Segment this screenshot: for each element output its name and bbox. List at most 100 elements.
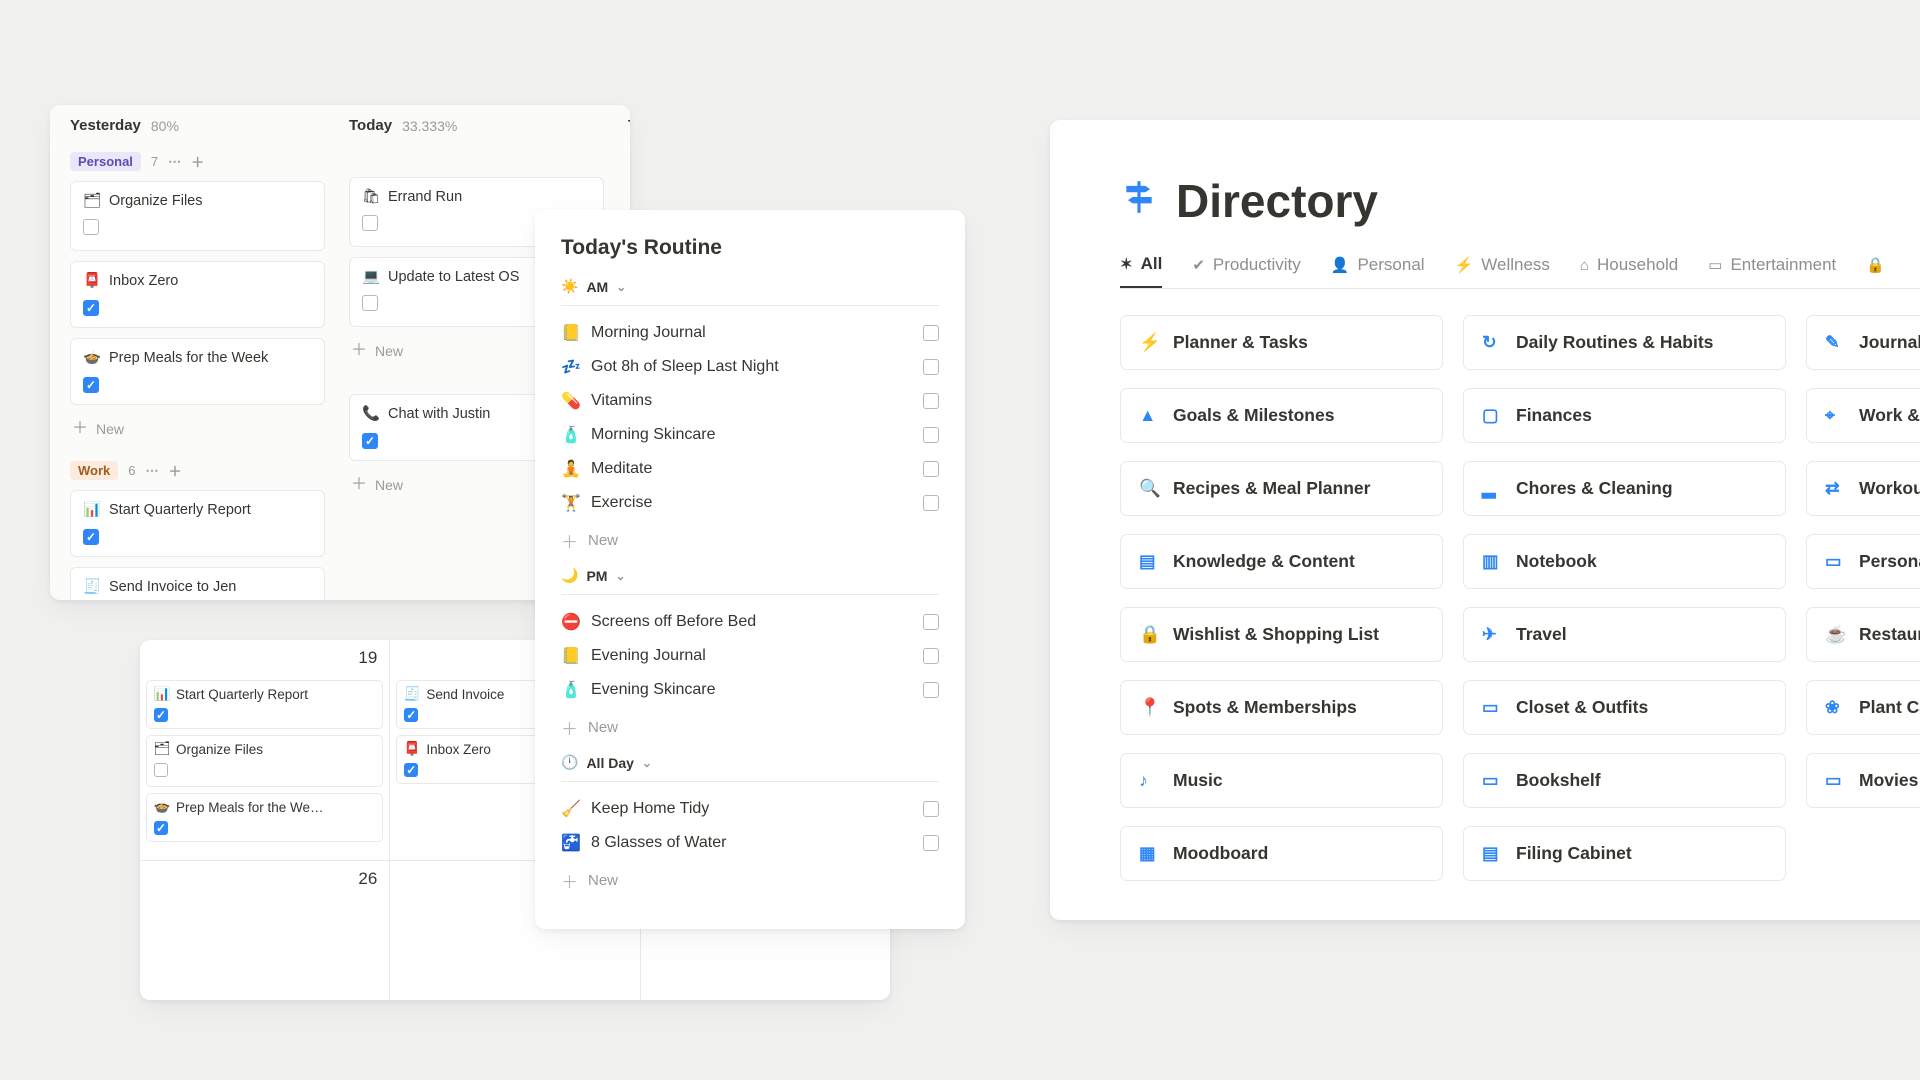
directory-tile[interactable]: ▤ Knowledge & Content: [1120, 534, 1443, 589]
group-header-personal[interactable]: Personal 7 ⋯ ＋: [70, 152, 325, 171]
calendar-event[interactable]: 🍲 Prep Meals for the We…: [146, 793, 383, 842]
routine-checkbox[interactable]: [923, 393, 939, 409]
directory-tile[interactable]: ✈ Travel: [1463, 607, 1786, 662]
routine-item[interactable]: 🏋️ Exercise: [561, 486, 939, 520]
directory-tile[interactable]: ▢ Finances: [1463, 388, 1786, 443]
routine-item[interactable]: 🧹 Keep Home Tidy: [561, 792, 939, 826]
routine-checkbox[interactable]: [923, 359, 939, 375]
routine-label: Evening Skincare: [591, 681, 716, 699]
calendar-event[interactable]: 📊 Start Quarterly Report: [146, 680, 383, 729]
directory-tile[interactable]: ▭ Closet & Outfits: [1463, 680, 1786, 735]
task-checkbox[interactable]: [362, 295, 378, 311]
directory-tile[interactable]: 🔍 Recipes & Meal Planner: [1120, 461, 1443, 516]
routine-checkbox[interactable]: [923, 495, 939, 511]
task-emoji-icon: 🧾: [83, 578, 101, 595]
routine-item[interactable]: 📒 Morning Journal: [561, 316, 939, 350]
task-card[interactable]: 📊 Start Quarterly Report: [70, 490, 325, 557]
routine-section-am[interactable]: ☀️ AM ⌄: [561, 278, 939, 306]
directory-tile[interactable]: ⇄ Workout: [1806, 461, 1920, 516]
calendar-event[interactable]: 🗂 Organize Files: [146, 735, 383, 787]
routine-item[interactable]: 🧴 Evening Skincare: [561, 673, 939, 707]
routine-item[interactable]: 🧴 Morning Skincare: [561, 418, 939, 452]
group-header-work[interactable]: Work 6 ⋯ ＋: [70, 461, 325, 480]
routine-item[interactable]: 💊 Vitamins: [561, 384, 939, 418]
tile-icon: ✈: [1482, 624, 1502, 645]
directory-tile[interactable]: ▭ Personal: [1806, 534, 1920, 589]
directory-tile[interactable]: ♪ Music: [1120, 753, 1443, 808]
plus-icon: ＋: [561, 528, 578, 553]
routine-new-button[interactable]: ＋ New: [561, 520, 939, 567]
task-checkbox[interactable]: [83, 300, 99, 316]
routine-section-pm[interactable]: 🌙 PM ⌄: [561, 567, 939, 595]
tile-icon: ▦: [1139, 843, 1159, 864]
routine-item[interactable]: 🚰 8 Glasses of Water: [561, 826, 939, 860]
plus-icon[interactable]: ＋: [169, 461, 182, 480]
event-checkbox[interactable]: [154, 821, 168, 835]
tab-wellness[interactable]: ⚡ Wellness: [1455, 254, 1550, 288]
tab-label: All: [1141, 254, 1163, 274]
tab-entertainment[interactable]: ▭ Entertainment: [1708, 254, 1836, 288]
more-icon[interactable]: ⋯: [168, 154, 181, 170]
routine-item[interactable]: 📒 Evening Journal: [561, 639, 939, 673]
calendar-cell[interactable]: 26: [140, 861, 390, 1000]
routine-item[interactable]: 🧘 Meditate: [561, 452, 939, 486]
tab-productivity[interactable]: ✔ Productivity: [1192, 254, 1300, 288]
task-card[interactable]: 🗂 Organize Files: [70, 181, 325, 251]
event-checkbox[interactable]: [154, 763, 168, 777]
plus-icon[interactable]: ＋: [191, 152, 204, 171]
more-icon[interactable]: ⋯: [146, 463, 159, 479]
routine-checkbox[interactable]: [923, 648, 939, 664]
directory-heading: Directory: [1120, 174, 1920, 228]
routine-checkbox[interactable]: [923, 325, 939, 341]
directory-tile[interactable]: ▭ Bookshelf: [1463, 753, 1786, 808]
routine-emoji-icon: 💊: [561, 391, 581, 411]
directory-tile[interactable]: ☕ Restaura: [1806, 607, 1920, 662]
task-card[interactable]: 🧾 Send Invoice to Jen: [70, 567, 325, 600]
directory-tile[interactable]: ▂ Chores & Cleaning: [1463, 461, 1786, 516]
directory-tile[interactable]: ▦ Moodboard: [1120, 826, 1443, 881]
directory-tile[interactable]: ▭ Movies &: [1806, 753, 1920, 808]
directory-tile[interactable]: ⚡ Planner & Tasks: [1120, 315, 1443, 370]
routine-checkbox[interactable]: [923, 682, 939, 698]
routine-section-allday[interactable]: 🕛 All Day ⌄: [561, 754, 939, 782]
tab-overflow[interactable]: 🔒: [1866, 254, 1885, 288]
directory-tile[interactable]: ↻ Daily Routines & Habits: [1463, 315, 1786, 370]
tile-label: Wishlist & Shopping List: [1173, 624, 1379, 645]
event-checkbox[interactable]: [404, 763, 418, 777]
routine-item[interactable]: 💤 Got 8h of Sleep Last Night: [561, 350, 939, 384]
directory-tile[interactable]: ✎ Journal &: [1806, 315, 1920, 370]
task-checkbox[interactable]: [362, 215, 378, 231]
routine-item[interactable]: ⛔ Screens off Before Bed: [561, 605, 939, 639]
task-checkbox[interactable]: [362, 433, 378, 449]
routine-checkbox[interactable]: [923, 835, 939, 851]
tab-all[interactable]: ✶ All: [1120, 254, 1162, 288]
calendar-cell[interactable]: 19 📊 Start Quarterly Report 🗂 Organize F…: [140, 640, 390, 860]
directory-tile[interactable]: ❀ Plant Ca: [1806, 680, 1920, 735]
routine-new-button[interactable]: ＋ New: [561, 707, 939, 754]
routine-checkbox[interactable]: [923, 614, 939, 630]
event-checkbox[interactable]: [154, 708, 168, 722]
routine-checkbox[interactable]: [923, 427, 939, 443]
directory-tabs: ✶ All ✔ Productivity 👤 Personal ⚡ Wellne…: [1120, 254, 1920, 289]
routine-new-button[interactable]: ＋ New: [561, 860, 939, 907]
directory-tile[interactable]: ▤ Filing Cabinet: [1463, 826, 1786, 881]
routine-checkbox[interactable]: [923, 461, 939, 477]
directory-tile[interactable]: ▲ Goals & Milestones: [1120, 388, 1443, 443]
directory-tile[interactable]: ⌖ Work & C: [1806, 388, 1920, 443]
task-checkbox[interactable]: [83, 219, 99, 235]
task-card[interactable]: 📮 Inbox Zero: [70, 261, 325, 328]
task-checkbox[interactable]: [83, 529, 99, 545]
directory-tile[interactable]: ▥ Notebook: [1463, 534, 1786, 589]
event-checkbox[interactable]: [404, 708, 418, 722]
tab-personal[interactable]: 👤 Personal: [1331, 254, 1425, 288]
directory-tile[interactable]: 📍 Spots & Memberships: [1120, 680, 1443, 735]
tab-label: Household: [1597, 255, 1678, 275]
routine-checkbox[interactable]: [923, 801, 939, 817]
new-card-button[interactable]: ＋ New: [70, 415, 325, 443]
tab-household[interactable]: ⌂ Household: [1580, 254, 1678, 288]
task-title: Errand Run: [388, 189, 462, 205]
directory-tile[interactable]: 🔒 Wishlist & Shopping List: [1120, 607, 1443, 662]
routine-title: Today's Routine: [561, 236, 939, 260]
task-checkbox[interactable]: [83, 377, 99, 393]
task-card[interactable]: 🍲 Prep Meals for the Week: [70, 338, 325, 405]
